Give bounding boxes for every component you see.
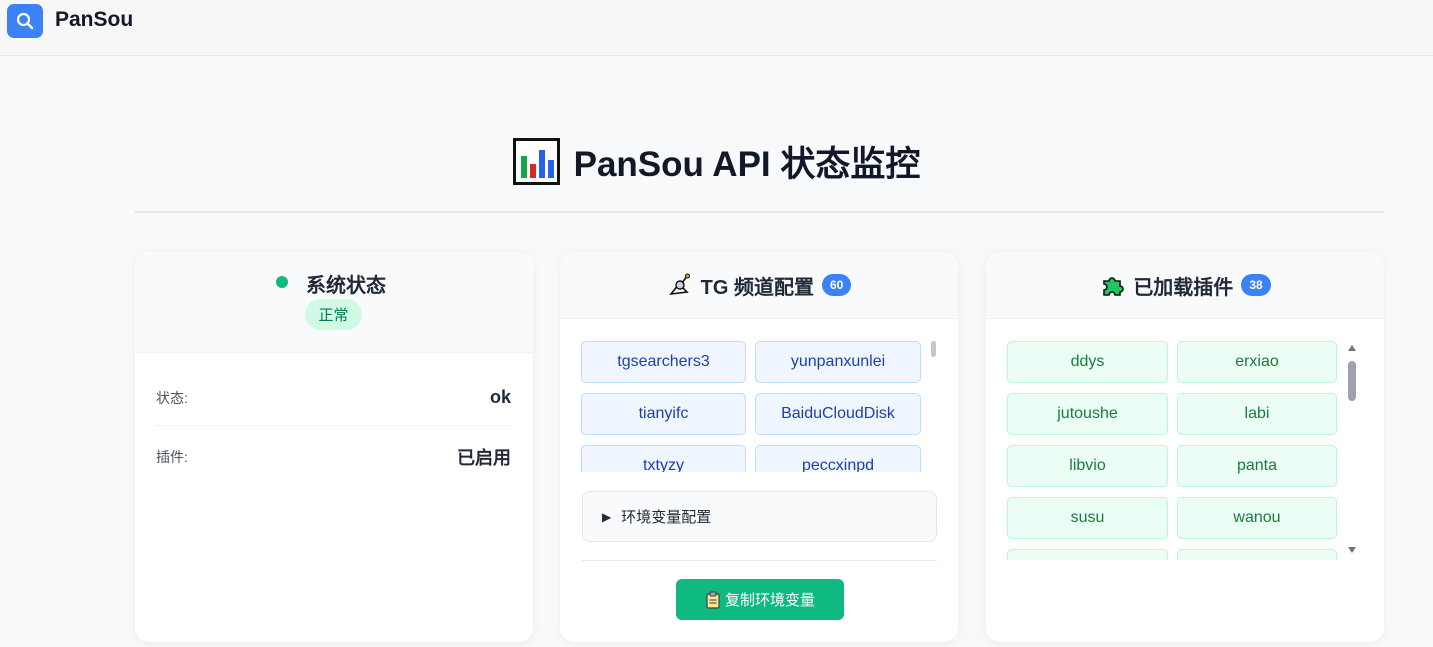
channel-chip[interactable]: tianyifc xyxy=(581,393,746,435)
bar-chart-icon xyxy=(512,138,560,185)
status-badge: 正常 xyxy=(305,299,362,330)
plugin-chip[interactable]: jutoushe xyxy=(1007,393,1168,435)
plugin-chip[interactable] xyxy=(1007,549,1168,560)
scroll-down-icon[interactable] xyxy=(1348,547,1356,553)
channel-scroll-thumb[interactable] xyxy=(931,341,936,357)
top-bar: PanSou xyxy=(0,0,1433,56)
channel-chip[interactable]: peccxinpd xyxy=(755,445,921,472)
app-name[interactable]: PanSou xyxy=(55,8,133,32)
section-divider xyxy=(582,560,937,561)
plugin-chip[interactable] xyxy=(1177,549,1337,560)
channel-scrollbar[interactable] xyxy=(930,341,938,472)
plugin-chip[interactable]: ddys xyxy=(1007,341,1168,383)
status-value: ok xyxy=(489,387,511,407)
plugin-chip[interactable]: susu xyxy=(1007,497,1168,539)
plugin-scrollbar[interactable] xyxy=(1348,345,1356,557)
copy-env-label: 复制环境变量 xyxy=(724,592,815,609)
copy-env-button[interactable]: 复制环境变量 xyxy=(676,579,844,620)
channel-chip[interactable]: txtyzy xyxy=(581,445,746,472)
system-status-header: 系统状态 正常 xyxy=(135,252,533,353)
plugins-card: 已加载插件 38 ddys erxiao jutoushe labi libvi… xyxy=(986,252,1384,642)
channel-chip[interactable]: BaiduCloudDisk xyxy=(755,393,921,435)
env-config-toggle[interactable]: ▶ 环境变量配置 xyxy=(582,491,937,542)
channel-chip[interactable]: yunpanxunlei xyxy=(755,341,921,383)
search-icon xyxy=(16,12,34,30)
env-config-label: 环境变量配置 xyxy=(621,509,712,526)
plugin-label: 插件: xyxy=(156,449,188,465)
app-logo[interactable] xyxy=(7,4,43,38)
system-status-title: 系统状态 xyxy=(306,275,386,297)
plugin-scroll-thumb[interactable] xyxy=(1348,361,1356,401)
plugin-value: 已启用 xyxy=(457,448,511,468)
status-dot-icon xyxy=(276,276,288,288)
title-divider xyxy=(135,211,1384,213)
satellite-icon xyxy=(668,273,690,296)
triangle-right-icon: ▶ xyxy=(602,509,612,524)
status-label: 状态: xyxy=(156,389,188,406)
plugins-count-badge: 38 xyxy=(1241,274,1271,296)
plugin-chip[interactable]: wanou xyxy=(1177,497,1337,539)
clipboard-icon xyxy=(706,591,720,609)
page-title-text: PanSou API 状态监控 xyxy=(573,145,921,184)
channel-chip[interactable]: tgsearchers3 xyxy=(581,341,746,383)
system-status-card: 系统状态 正常 状态: ok 插件: 已启用 xyxy=(135,252,533,642)
tg-channel-count-badge: 60 xyxy=(821,274,852,296)
plugin-chip[interactable]: erxiao xyxy=(1177,341,1337,383)
plugins-title: 已加载插件 xyxy=(1133,276,1234,299)
tg-channel-card: TG 频道配置 60 tgsearchers3 yunpanxunlei tia… xyxy=(560,252,958,642)
puzzle-icon xyxy=(1103,277,1125,296)
plugin-chip[interactable]: panta xyxy=(1177,445,1337,487)
status-row: 状态: ok xyxy=(156,370,511,426)
scroll-up-icon[interactable] xyxy=(1348,345,1356,351)
plugins-header: 已加载插件 38 xyxy=(986,252,1384,319)
tg-channel-title: TG 频道配置 xyxy=(700,276,814,299)
plugin-chip[interactable]: labi xyxy=(1177,393,1337,435)
tg-channel-header: TG 频道配置 60 xyxy=(560,252,958,319)
page-title: PanSou API 状态监控 xyxy=(0,136,1433,187)
channel-list[interactable]: tgsearchers3 yunpanxunlei tianyifc Baidu… xyxy=(581,341,924,472)
plugin-row: 插件: 已启用 xyxy=(156,429,511,485)
plugin-list[interactable]: ddys erxiao jutoushe labi libvio panta s… xyxy=(1007,341,1337,560)
plugin-chip[interactable]: libvio xyxy=(1007,445,1168,487)
